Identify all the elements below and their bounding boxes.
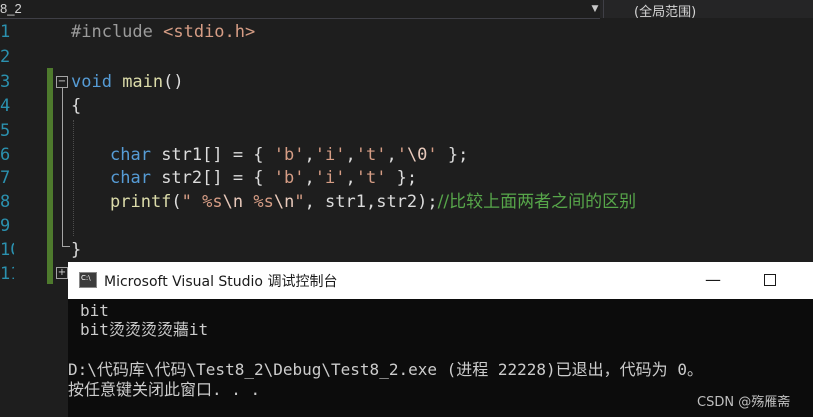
maximize-icon[interactable]	[764, 274, 776, 286]
line-number: 9	[0, 216, 11, 236]
escape-sequence: \n	[222, 192, 244, 212]
char-literal: 'i'	[314, 145, 346, 165]
decl: str2[] = {	[150, 168, 274, 188]
change-tracking-bar	[47, 68, 53, 284]
parens: ()	[163, 72, 184, 92]
console-title: Microsoft Visual Studio 调试控制台	[104, 274, 338, 290]
open-brace: {	[71, 96, 82, 116]
comma: ,	[304, 145, 315, 165]
escape-sequence: \0	[406, 145, 428, 165]
console-output-line: D:\代码库\代码\Test8_2\Debug\Test8_2.exe (进程 …	[68, 360, 703, 379]
function-name: main	[111, 72, 164, 92]
code-comment: //比较上面两者之间的区别	[437, 192, 637, 212]
line-number: 10	[0, 240, 14, 260]
outline-line-end	[62, 246, 70, 247]
line-number: 6	[0, 145, 11, 165]
code-line-str1[interactable]: char str1[] = { 'b','i','t','\0' };	[110, 143, 468, 167]
line-number: 1	[0, 22, 11, 42]
indent-guide	[73, 120, 74, 236]
navigation-bar: 8_2 ▼ (全局范围)	[0, 0, 813, 20]
decl: str1[] = {	[150, 145, 274, 165]
decl-end: };	[437, 145, 469, 165]
console-titlebar[interactable]: C:\ Microsoft Visual Studio 调试控制台 —	[68, 262, 813, 299]
code-line-printf[interactable]: printf(" %s\n %s\n", str1,str2);//比较上面两者…	[110, 190, 636, 214]
char-literal: 'b'	[273, 145, 305, 165]
string-literal: %s	[243, 192, 274, 212]
char-literal: 't'	[355, 168, 387, 188]
comma: ,	[345, 145, 356, 165]
string-literal: " %s	[181, 192, 223, 212]
line-number: 5	[0, 121, 11, 141]
char-literal: 'b'	[273, 168, 305, 188]
char-literal: 'i'	[314, 168, 346, 188]
open-paren: (	[171, 192, 182, 212]
expand-icon[interactable]: +	[56, 267, 68, 279]
file-dropdown[interactable]: 8_2	[0, 0, 600, 19]
collapse-icon[interactable]: −	[56, 76, 68, 88]
console-output-line: bit	[80, 301, 109, 320]
string-literal: "	[294, 192, 305, 212]
quote: '	[396, 145, 407, 165]
call-args: , str1,str2);	[304, 192, 438, 212]
function-call: printf	[110, 192, 172, 212]
scope-dropdown-label: (全局范围)	[634, 5, 697, 20]
outline-line	[62, 88, 63, 246]
code-line-str2[interactable]: char str2[] = { 'b','i','t' };	[110, 166, 417, 190]
decl-end: };	[386, 168, 418, 188]
comma: ,	[345, 168, 356, 188]
close-brace: }	[71, 240, 82, 260]
keyword-void: void	[71, 72, 112, 92]
comma: ,	[386, 145, 397, 165]
line-number: 11	[0, 264, 14, 284]
line-number: 2	[0, 47, 11, 67]
keyword-char: char	[110, 145, 151, 165]
comma: ,	[304, 168, 315, 188]
console-output-line: 按任意键关闭此窗口. . .	[68, 380, 261, 399]
keyword-char: char	[110, 168, 151, 188]
char-literal: 't'	[355, 145, 387, 165]
code-line-close-brace[interactable]: }	[71, 238, 81, 262]
escape-sequence: \n	[273, 192, 295, 212]
code-line-open-brace[interactable]: {	[71, 94, 81, 118]
line-number: 3	[0, 72, 11, 92]
line-number: 7	[0, 168, 11, 188]
console-app-icon: C:\	[79, 272, 97, 288]
file-dropdown-label: 8_2	[0, 1, 22, 16]
quote: '	[427, 145, 438, 165]
code-line-include[interactable]: #include <stdio.h>	[71, 20, 255, 44]
code-line-main[interactable]: void main()	[71, 70, 184, 94]
include-header: <stdio.h>	[152, 22, 256, 42]
minimize-icon[interactable]: —	[693, 266, 733, 294]
chevron-down-icon[interactable]: ▼	[589, 0, 601, 18]
console-output-line: bit烫烫烫烫蘠it	[80, 320, 209, 339]
scope-dropdown[interactable]: (全局范围)	[603, 0, 813, 20]
line-number: 4	[0, 96, 11, 116]
watermark: CSDN @殇雁斋	[697, 395, 791, 410]
include-directive: #include	[71, 22, 153, 42]
line-number: 8	[0, 192, 11, 212]
